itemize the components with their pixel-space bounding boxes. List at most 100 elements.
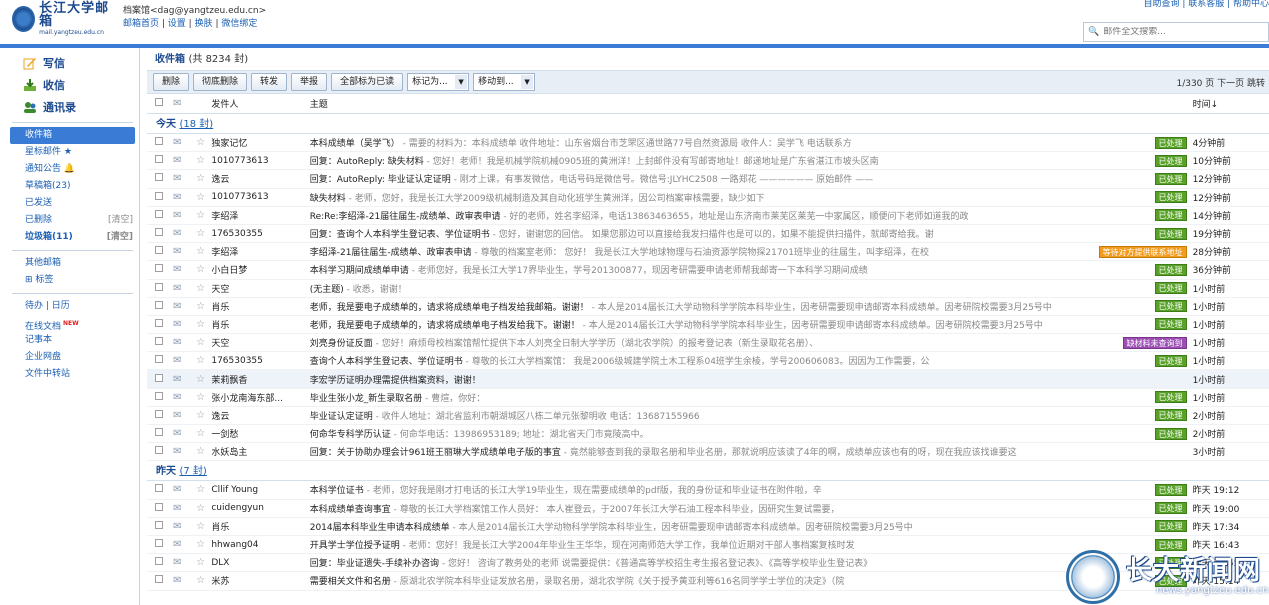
write-button[interactable]: 写信 [6,52,139,74]
mail-row[interactable]: ✉ ☆ 李绍泽 李绍泽-21届往届生-成绩单、政审表申请 - 尊敬的档案室老师： 您好… [147,243,1269,262]
row-checkbox[interactable] [155,484,163,493]
star-icon[interactable]: ☆ [196,539,211,550]
row-checkbox[interactable] [155,318,163,327]
mail-row[interactable]: ✉ ☆ 逸云 回复：AutoReply: 毕业证认定证明 - 刚才上课，有事发微信，电… [147,170,1269,189]
sidebar-folder-3[interactable]: 草稿箱(23) [6,178,139,195]
mark-all-read-button[interactable]: 全部标为已读 [331,73,404,91]
star-icon[interactable]: ☆ [196,210,211,221]
row-checkbox[interactable] [155,502,163,511]
mail-row[interactable]: ✉ ☆ 肖乐 2014届本科毕业生申请本科成绩单 - 本人是2014届长江大学动物科学… [147,518,1269,536]
row-checkbox[interactable] [155,373,163,382]
star-icon[interactable]: ☆ [196,319,211,330]
row-checkbox[interactable] [155,539,163,548]
star-icon[interactable]: ☆ [196,392,211,403]
star-icon[interactable]: ☆ [196,428,211,439]
sidebar-folder-4[interactable]: 已发送 [6,195,139,212]
col-time[interactable]: 时间↓ [1193,97,1269,110]
star-icon[interactable]: ☆ [196,446,211,457]
mail-row[interactable]: ✉ ☆ 水妖岛主 回复：关于协助办理会计961班王丽琳大学成绩单电子版的事宜 - 竟然… [147,443,1269,462]
clear-folder-link[interactable]: [清空] [107,229,133,246]
row-checkbox[interactable] [155,557,163,566]
sidebar-tool-2[interactable]: 记事本 [6,332,139,349]
sidebar-folder-0[interactable]: 收件箱 [10,127,135,144]
sidebar-folder-2[interactable]: 通知公告 🔔 [6,161,139,178]
search-box[interactable]: 🔍 [1083,22,1269,42]
row-checkbox[interactable] [155,409,163,418]
home-link[interactable]: 邮箱首页 [123,19,159,29]
sidebar-folder-5[interactable]: 已删除 [清空] [6,212,139,229]
receive-button[interactable]: 收信 [6,74,139,96]
star-icon[interactable]: ☆ [196,355,211,366]
settings-link[interactable]: 设置 [168,19,186,29]
sidebar-tool-1[interactable]: 在线文档 NEW [6,315,139,332]
row-checkbox[interactable] [155,137,163,146]
star-icon[interactable]: ☆ [196,155,211,166]
row-checkbox[interactable] [155,355,163,364]
star-icon[interactable]: ☆ [196,173,211,184]
delete-button[interactable]: 删除 [153,73,190,91]
sidebar-folder-1[interactable]: 星标邮件 ★ [6,144,139,161]
mail-row[interactable]: ✉ ☆ 天空 刘亮身份证反面 - 您好！麻烦母校档案馆帮忙提供下本人刘亮全日制大学学历… [147,334,1269,353]
move-to-dropdown[interactable]: 移动到... ▼ [473,73,536,91]
star-icon[interactable]: ☆ [196,410,211,421]
sidebar-tool-4[interactable]: 文件中转站 [6,366,139,383]
clear-folder-link[interactable]: [清空] [108,212,133,229]
star-icon[interactable]: ☆ [196,374,211,385]
select-all-checkbox[interactable] [155,98,163,106]
star-icon[interactable]: ☆ [196,521,211,532]
row-checkbox[interactable] [155,246,163,255]
mark-as-dropdown[interactable]: 标记为... ▼ [407,73,470,91]
star-icon[interactable]: ☆ [196,192,211,203]
top-links[interactable]: 自助查询 | 联系客服 | 帮助中心 [1143,0,1269,9]
star-icon[interactable]: ☆ [196,337,211,348]
row-checkbox[interactable] [155,428,163,437]
tags-toggle[interactable]: ⊞ 标签 [6,272,139,289]
mail-row[interactable]: ✉ ☆ 张小龙南海东部... 毕业生张小龙_新生录取名册 - 曹煊，你好： 已处理 1小时… [147,389,1269,407]
row-checkbox[interactable] [155,209,163,218]
contacts-button[interactable]: 通讯录 [6,96,139,118]
row-checkbox[interactable] [155,300,163,309]
pager[interactable]: 1/330 页 下一页 跳转 [1176,76,1265,89]
row-checkbox[interactable] [155,264,163,273]
row-checkbox[interactable] [155,173,163,182]
sidebar-tool-0[interactable]: 待办 | 日历 [6,298,139,315]
report-button[interactable]: 举报 [291,73,328,91]
mail-row[interactable]: ✉ ☆ 李绍泽 Re:Re:李绍泽-21届往届生-成绩单、政审表申请 - 好的老师，姓… [147,207,1269,225]
mail-row[interactable]: ✉ ☆ 茉莉飘香 李宏学历证明办理需提供档案资料，谢谢！ 1小时前 [147,370,1269,389]
row-checkbox[interactable] [155,282,163,291]
star-icon[interactable]: ☆ [196,301,211,312]
mail-row[interactable]: ✉ ☆ 独家记忆 本科成绩单（吴学飞） - 需要的材料为：本科成绩单 收件地址：山东省… [147,134,1269,153]
row-checkbox[interactable] [155,446,163,455]
row-checkbox[interactable] [155,337,163,346]
skin-link[interactable]: 换肤 [195,19,213,29]
forward-button[interactable]: 转发 [251,73,288,91]
mail-row[interactable]: ✉ ☆ 肖乐 老师，我是要电子成绩单的，请求将成绩单电子档发给我下。谢谢！ - 本人是… [147,316,1269,335]
row-checkbox[interactable] [155,575,163,584]
star-icon[interactable]: ☆ [196,557,211,568]
row-checkbox[interactable] [155,520,163,529]
logo[interactable]: 长江大学邮箱 mail.yangtzeu.edu.cn [12,2,112,36]
mail-row[interactable]: ✉ ☆ 逸云 毕业证认定证明 - 收件人地址：湖北省监利市朝湖城区八栋二单元张黎明收 … [147,407,1269,425]
star-icon[interactable]: ☆ [196,484,211,495]
mail-row[interactable]: ✉ ☆ Cllif Young 本科学位证书 - 老师，您好我是刚才打电话的长江大学1… [147,481,1269,500]
mail-row[interactable]: ✉ ☆ 肖乐 老师，我是要电子成绩单的，请求将成绩单电子档发给我邮箱。谢谢！ - 本人… [147,298,1269,316]
row-checkbox[interactable] [155,191,163,200]
star-icon[interactable]: ☆ [196,264,211,275]
star-icon[interactable]: ☆ [196,246,211,257]
mail-row[interactable]: ✉ ☆ cuidengyun 本科成绩单查询事宜 - 尊敬的长江大学档案馆工作人员好：… [147,500,1269,518]
row-checkbox[interactable] [155,228,163,237]
mail-row[interactable]: ✉ ☆ 1010773613 回复：AutoReply: 缺失材料 - 您好！老师！我… [147,152,1269,171]
star-icon[interactable]: ☆ [196,228,211,239]
mail-row[interactable]: ✉ ☆ 小白日梦 本科学习期间成绩单申请 - 老师您好，我是长江大学17界毕业生，学号… [147,261,1269,280]
star-icon[interactable]: ☆ [196,575,211,586]
col-subject[interactable]: 主题 [310,97,1091,110]
other-folders-link[interactable]: 其他邮箱 [6,255,139,272]
star-icon[interactable]: ☆ [196,503,211,514]
sidebar-tool-3[interactable]: 企业网盘 [6,349,139,366]
mail-row[interactable]: ✉ ☆ 一剑愁 何命华专科学历认证 - 何命华电话：13986953189; 地址：湖… [147,425,1269,444]
star-icon[interactable]: ☆ [196,283,211,294]
wechat-link[interactable]: 微信绑定 [221,19,257,29]
purge-button[interactable]: 彻底删除 [193,73,248,91]
mail-row[interactable]: ✉ ☆ 1010773613 缺失材料 - 老师，您好，我是长江大学2009级机械制造… [147,189,1269,207]
mail-row[interactable]: ✉ ☆ 176530355 查询个人本科学生登记表、学位证明书 - 尊敬的长江大学档案… [147,352,1269,371]
